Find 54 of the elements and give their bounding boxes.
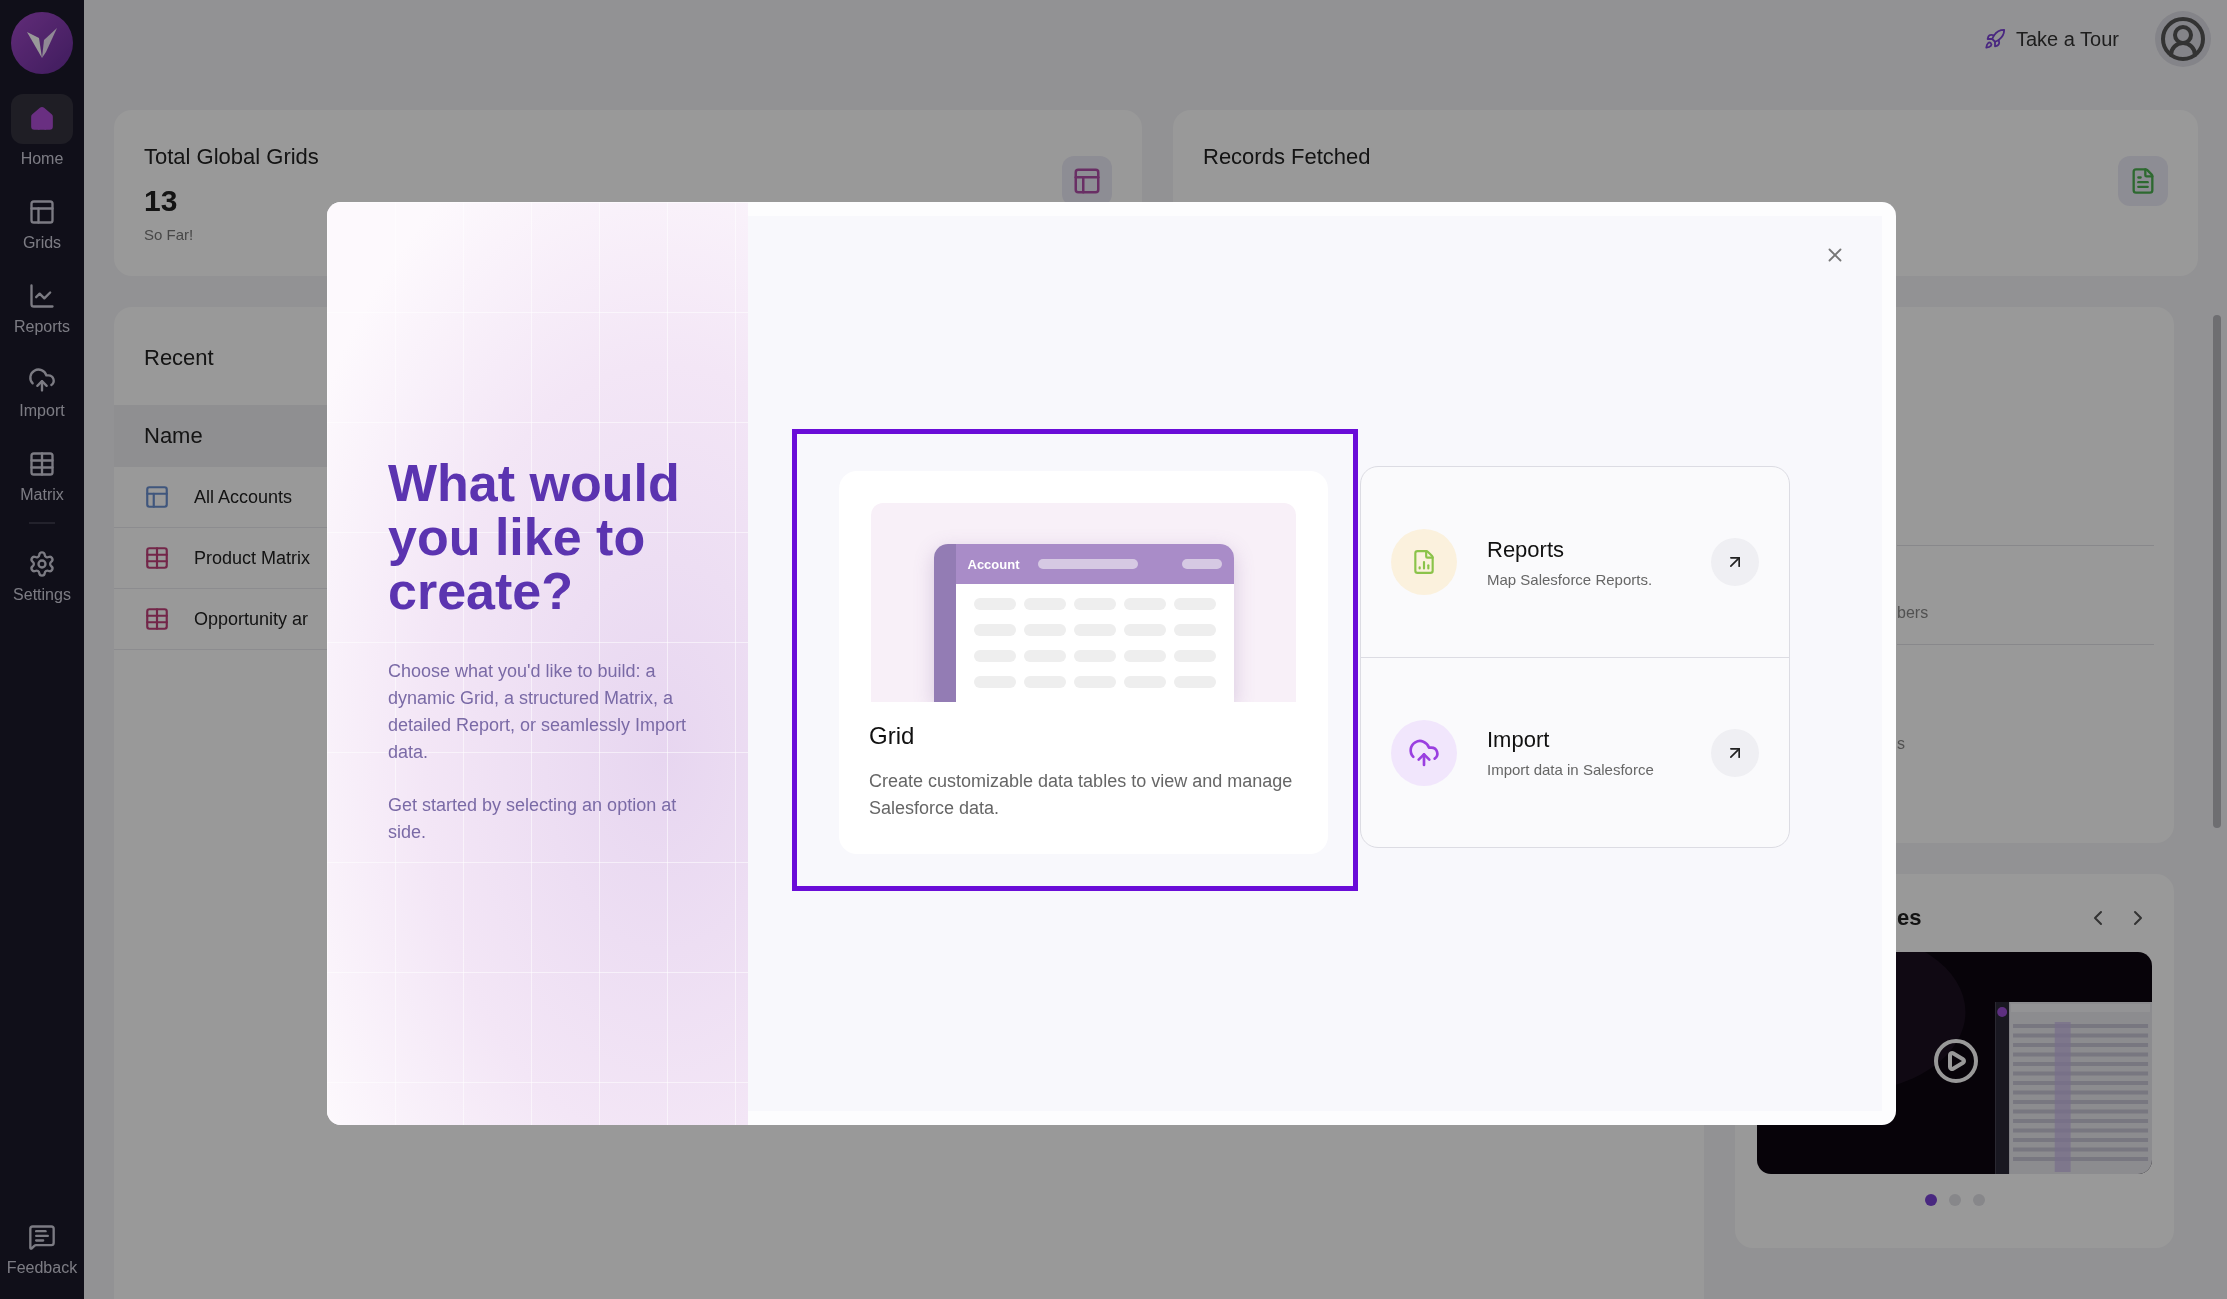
stat-value: 13 — [144, 184, 179, 218]
option-title: Grid — [869, 722, 916, 750]
user-icon — [2159, 15, 2207, 63]
table-icon — [144, 606, 170, 632]
open-button[interactable] — [1711, 538, 1759, 586]
play-icon — [1932, 1037, 1980, 1085]
placeholder-bar — [1181, 559, 1222, 569]
nav-item[interactable]: Matrix — [0, 442, 84, 510]
message-icon — [28, 1223, 56, 1251]
rocket-icon — [1983, 28, 2006, 50]
intro-text: Choose what you'd like to build: a dynamic Grid, a structured Matrix, a detailed Report, or seamlessly Import data. — [388, 659, 688, 764]
nav-item[interactable]: Import — [0, 358, 84, 426]
nav-item[interactable]: Home — [0, 88, 84, 174]
table-icon — [28, 450, 56, 478]
option-title: Reports — [1487, 536, 1566, 563]
video-title: es — [1897, 905, 1923, 931]
open-button[interactable] — [1711, 728, 1759, 777]
option-row[interactable]: Import Import data in Salesforce — [1361, 657, 1789, 847]
row-name: All Accounts — [194, 486, 293, 508]
recent-title: Recent — [143, 344, 215, 372]
feedback-link[interactable]: Feedback — [0, 1215, 84, 1283]
row-name: Product Matrix — [194, 547, 311, 569]
grid-icon — [28, 198, 56, 226]
stat-title: Records Fetched — [1203, 144, 1371, 170]
preview-label: Account — [967, 556, 1020, 572]
grid-icon — [144, 484, 170, 510]
grid-option[interactable]: Account Grid Create customizable data tables to view and manage Salesforce data. — [839, 471, 1328, 854]
tour-link[interactable]: Take a Tour — [1983, 27, 2119, 51]
table-icon — [144, 545, 170, 571]
panel-text: s — [1897, 734, 1906, 754]
logo[interactable] — [11, 12, 73, 74]
option-description: Create customizable data tables to view and manage Salesforce data. — [869, 770, 1294, 820]
home-icon — [29, 106, 55, 132]
carousel-dot[interactable] — [1924, 1194, 1937, 1206]
row-name: Opportunity ar — [194, 608, 309, 630]
panel-text: bers — [1897, 603, 1930, 623]
option-row[interactable]: Reports Map Salesforce Reports. — [1361, 467, 1789, 657]
avatar[interactable] — [2155, 11, 2211, 67]
grid-icon — [1072, 166, 1102, 196]
stat-title: Total Global Grids — [144, 144, 319, 170]
nav-item[interactable]: Grids — [0, 190, 84, 258]
option-title: Import — [1487, 727, 1551, 753]
scrollbar[interactable] — [2213, 315, 2221, 828]
option-description: Import data in Salesforce — [1487, 761, 1655, 778]
report-file-icon — [1411, 549, 1437, 575]
cloud-upload-icon — [28, 366, 56, 394]
nav-item[interactable]: Settings — [0, 542, 84, 610]
option-description: Map Salesforce Reports. — [1487, 570, 1654, 588]
stat-note: So Far! — [144, 226, 195, 243]
intro-text: Get started by selecting an option at side. — [388, 793, 678, 844]
chart-icon — [28, 282, 56, 310]
play-button[interactable] — [1932, 1037, 1980, 1085]
settings-icon — [28, 550, 56, 578]
nav-item[interactable]: Reports — [0, 274, 84, 342]
